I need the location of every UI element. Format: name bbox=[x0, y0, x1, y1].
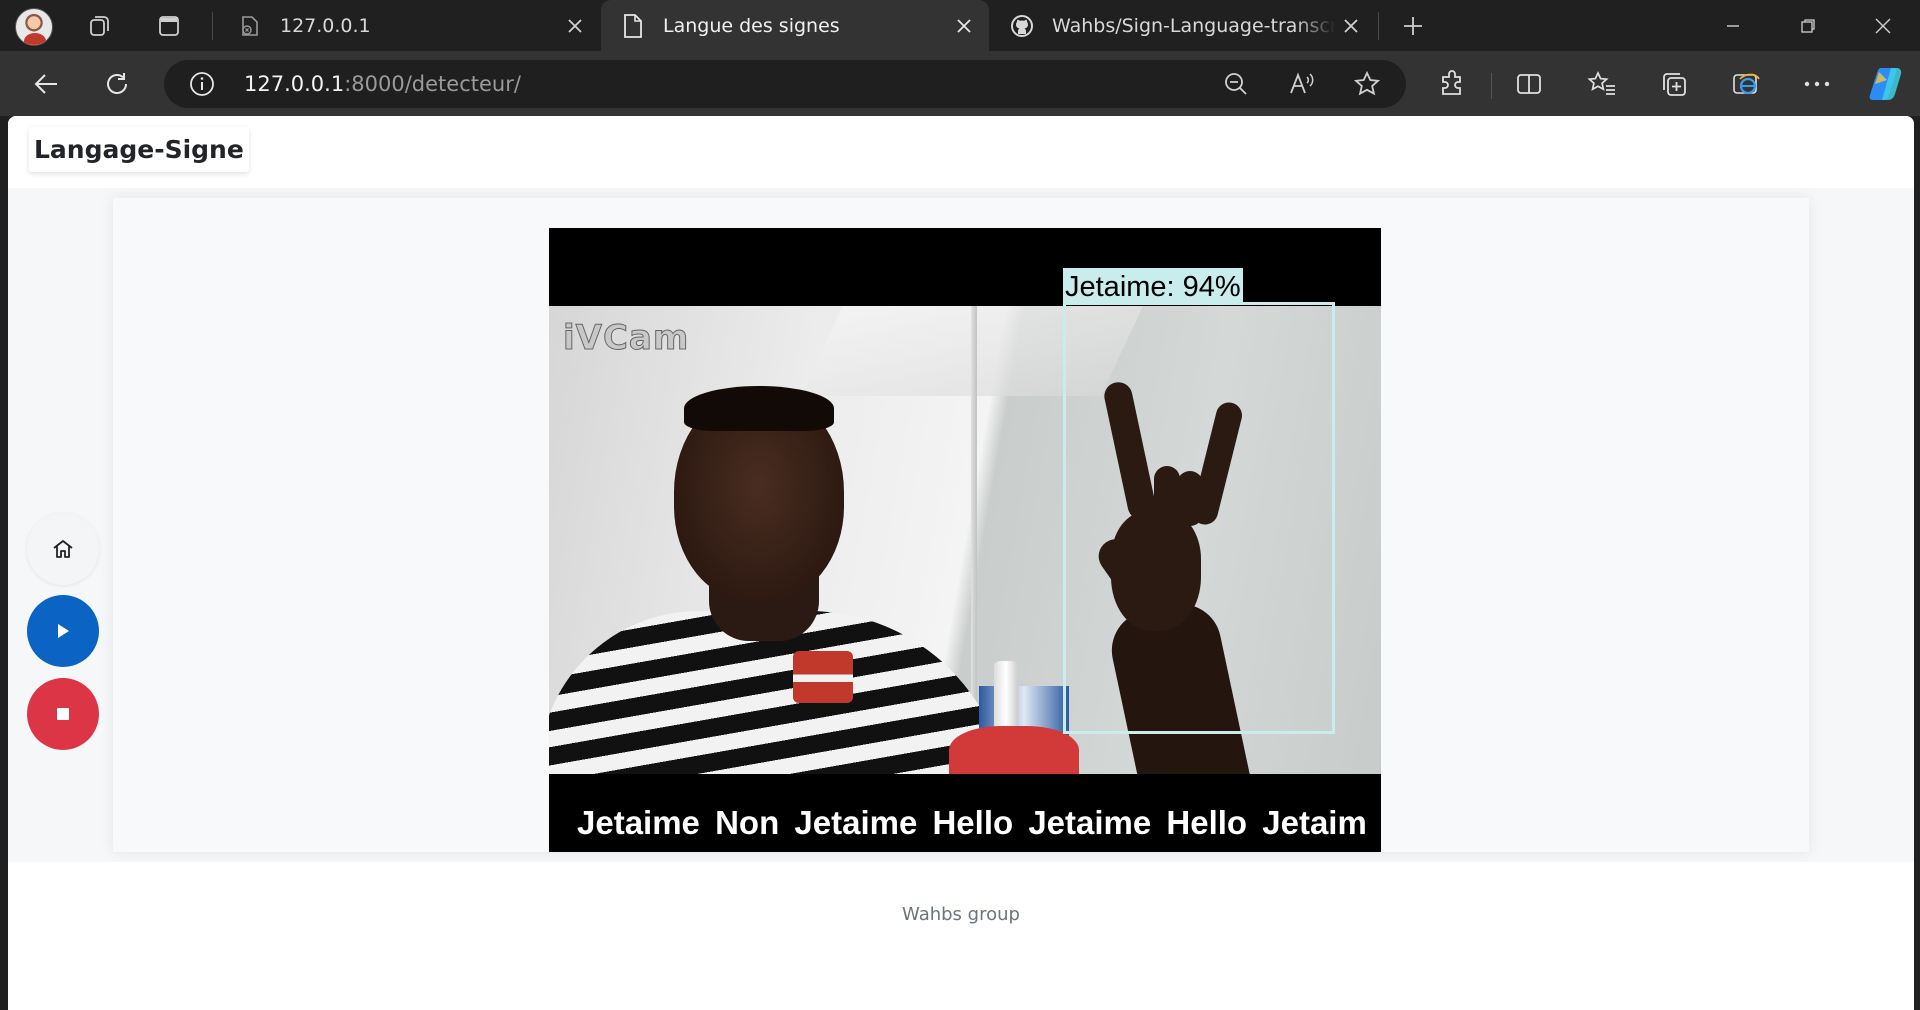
url-text[interactable]: 127.0.0.1:8000/detecteur/ bbox=[244, 72, 521, 96]
browser-tab-bar: 127.0.0.1 Langue des signes Wahbs/Sign-L… bbox=[0, 0, 1920, 51]
tab-title: Langue des signes bbox=[663, 14, 840, 37]
close-tab-icon[interactable] bbox=[560, 11, 590, 41]
home-button[interactable] bbox=[27, 513, 99, 585]
favorite-star-icon[interactable] bbox=[1351, 68, 1383, 100]
url-host: 127.0.0.1 bbox=[244, 72, 345, 96]
refresh-button[interactable] bbox=[95, 62, 139, 106]
page-error-icon bbox=[238, 14, 262, 38]
site-header: Langage-Signe bbox=[8, 116, 1914, 188]
read-aloud-icon[interactable] bbox=[1286, 68, 1318, 100]
minimize-button[interactable] bbox=[1695, 0, 1771, 51]
more-options-icon[interactable] bbox=[1797, 64, 1837, 104]
github-icon bbox=[1010, 14, 1034, 38]
close-window-button[interactable] bbox=[1845, 0, 1920, 51]
tab-title: Wahbs/Sign-Language-transcript bbox=[1052, 14, 1336, 37]
stop-icon bbox=[57, 708, 69, 720]
site-info-icon[interactable] bbox=[188, 70, 216, 98]
split-screen-icon[interactable] bbox=[1509, 64, 1549, 104]
workspaces-icon[interactable] bbox=[82, 8, 118, 44]
page-viewport: Langage-Signe iVCam Jetaime: 94% Jetaime… bbox=[8, 116, 1914, 1010]
profile-avatar[interactable] bbox=[15, 8, 53, 46]
back-button[interactable] bbox=[24, 62, 68, 106]
new-tab-button[interactable] bbox=[1395, 8, 1431, 44]
play-icon bbox=[58, 624, 69, 638]
detection-label: Jetaime: 94% bbox=[1063, 268, 1243, 304]
url-path: :8000/detecteur/ bbox=[344, 72, 521, 96]
collections-icon[interactable] bbox=[1654, 64, 1694, 104]
main-area: iVCam Jetaime: 94% Jetaime Non Jetaime H… bbox=[8, 188, 1914, 862]
vertical-tabs-icon[interactable] bbox=[151, 8, 187, 44]
zoom-out-icon[interactable] bbox=[1220, 68, 1252, 100]
tab-title: 127.0.0.1 bbox=[280, 14, 371, 37]
close-tab-icon[interactable] bbox=[949, 11, 979, 41]
internet-explorer-mode-icon[interactable] bbox=[1726, 64, 1766, 104]
tab-langue-des-signes[interactable]: Langue des signes bbox=[601, 0, 989, 51]
tab-github-repo[interactable]: Wahbs/Sign-Language-transcript bbox=[990, 0, 1376, 51]
camera-watermark: iVCam bbox=[562, 318, 690, 359]
restore-button[interactable] bbox=[1770, 0, 1846, 51]
detection-bounding-box bbox=[1063, 302, 1335, 734]
camera-feed: iVCam Jetaime: 94% Jetaime Non Jetaime H… bbox=[549, 228, 1381, 852]
close-tab-icon[interactable] bbox=[1336, 11, 1366, 41]
footer-text: Wahbs group bbox=[902, 904, 1020, 925]
start-detection-button[interactable] bbox=[27, 595, 99, 667]
document-icon bbox=[621, 13, 645, 38]
address-bar[interactable]: 127.0.0.1:8000/detecteur/ bbox=[164, 60, 1406, 108]
extensions-icon[interactable] bbox=[1432, 64, 1472, 104]
home-icon bbox=[53, 540, 73, 558]
browser-toolbar: 127.0.0.1:8000/detecteur/ bbox=[0, 51, 1920, 116]
tab-localhost[interactable]: 127.0.0.1 bbox=[218, 0, 600, 51]
detector-card: iVCam Jetaime: 94% Jetaime Non Jetaime H… bbox=[113, 198, 1809, 852]
site-footer bbox=[8, 862, 1914, 1010]
brand-logo[interactable]: Langage-Signe bbox=[29, 127, 249, 172]
copilot-icon[interactable] bbox=[1864, 64, 1910, 104]
transcript-text: Jetaime Non Jetaime Hello Jetaime Hello … bbox=[577, 804, 1367, 841]
stop-detection-button[interactable] bbox=[27, 678, 99, 750]
favorites-icon[interactable] bbox=[1582, 64, 1622, 104]
